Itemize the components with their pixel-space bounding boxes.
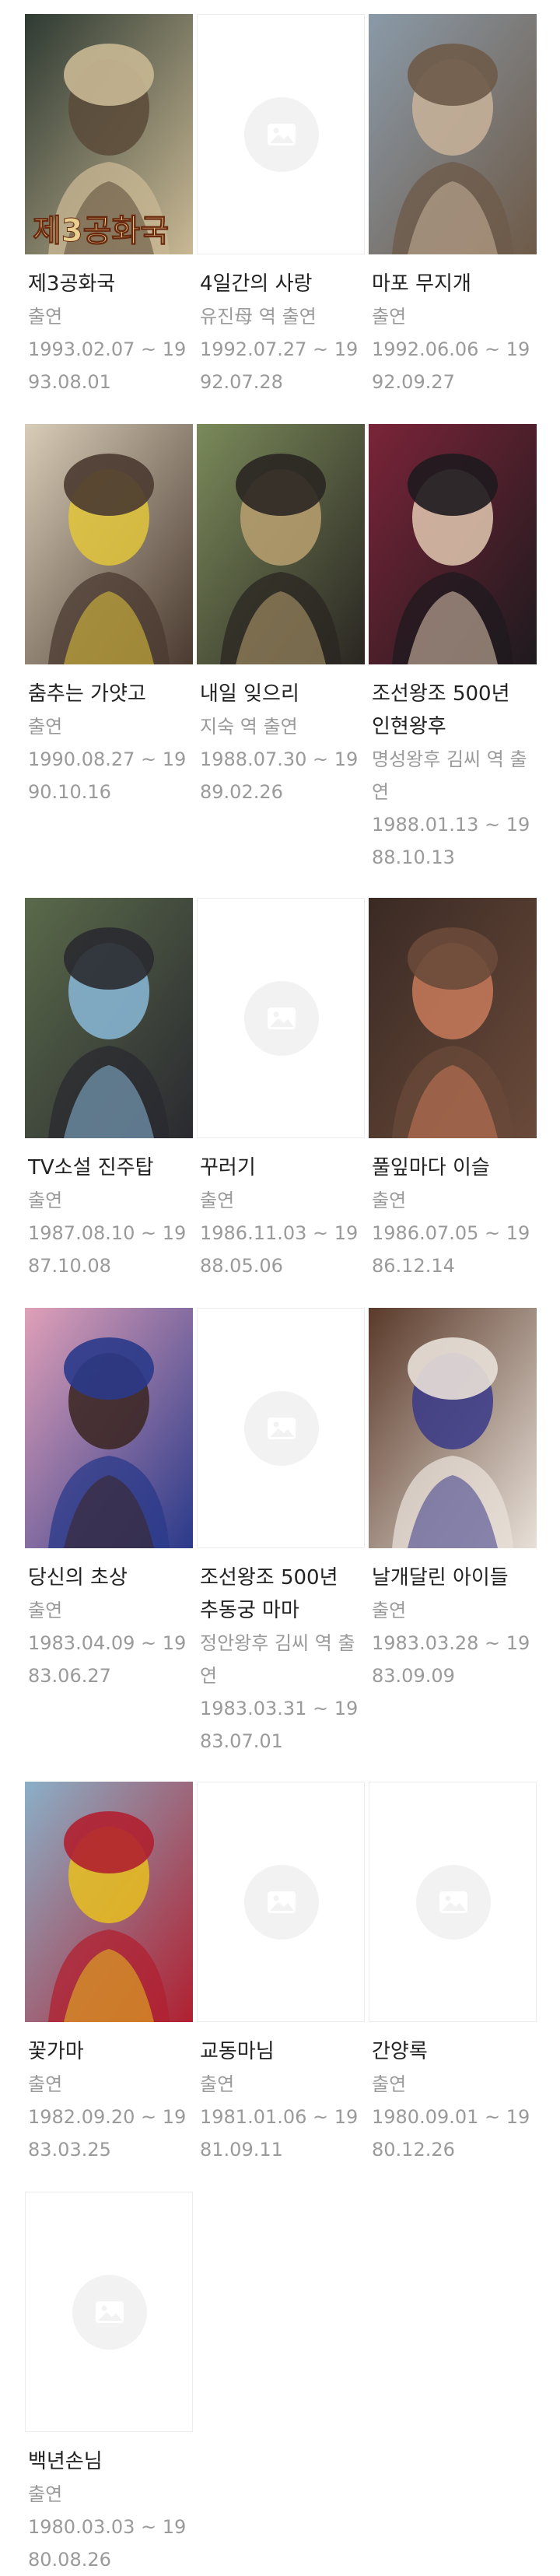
poster-image[interactable]: 제3공화국 xyxy=(25,14,193,254)
drama-title[interactable]: 조선왕조 500년 추동궁 마마 xyxy=(200,1561,366,1627)
poster-artwork xyxy=(25,424,193,664)
image-placeholder-icon xyxy=(416,1865,491,1940)
drama-title[interactable]: 백년손님 xyxy=(28,2445,194,2478)
poster-image[interactable] xyxy=(369,14,537,254)
poster-artwork: 제3공화국 xyxy=(25,14,193,254)
poster-artwork xyxy=(369,424,537,664)
poster-title-text: 제3공화국 xyxy=(33,213,169,249)
drama-role: 지숙 역 출연 xyxy=(200,716,298,738)
drama-role: 출연 xyxy=(28,716,63,738)
poster-image[interactable] xyxy=(25,1782,193,2022)
drama-dates: 1980.09.01 ~ 1980.12.26 xyxy=(372,2106,530,2161)
image-placeholder-icon xyxy=(244,97,319,172)
drama-dates: 1988.01.13 ~ 1988.10.13 xyxy=(372,814,530,868)
drama-dates: 1988.07.30 ~ 1989.02.26 xyxy=(200,748,359,803)
poster-image[interactable] xyxy=(197,424,365,664)
drama-title[interactable]: 4일간의 사랑 xyxy=(200,268,366,300)
image-placeholder-icon xyxy=(244,1391,319,1466)
drama-role: 출연 xyxy=(372,1600,407,1621)
drama-dates: 1992.06.06 ~ 1992.09.27 xyxy=(372,338,530,393)
drama-dates: 1992.07.27 ~ 1992.07.28 xyxy=(200,338,359,393)
poster-artwork xyxy=(369,1308,537,1548)
image-placeholder-icon xyxy=(439,1891,467,1913)
drama-role: 출연 xyxy=(28,2483,63,2505)
poster-image[interactable] xyxy=(369,898,537,1138)
drama-dates: 1982.09.20 ~ 1983.03.25 xyxy=(28,2106,187,2161)
drama-role: 출연 xyxy=(28,1600,63,1621)
image-placeholder-icon xyxy=(96,2301,124,2323)
drama-title[interactable]: 간양록 xyxy=(372,2035,538,2068)
drama-role: 출연 xyxy=(28,2073,63,2095)
poster-placeholder[interactable] xyxy=(197,1308,365,1548)
poster-image[interactable] xyxy=(369,424,537,664)
drama-title[interactable]: 내일 잊으리 xyxy=(200,678,366,710)
drama-title[interactable]: 날개달린 아이들 xyxy=(372,1561,538,1594)
poster-placeholder[interactable] xyxy=(197,14,365,254)
drama-title[interactable]: 꽃가마 xyxy=(28,2035,194,2068)
drama-dates: 1990.08.27 ~ 1990.10.16 xyxy=(28,748,187,803)
poster-artwork xyxy=(25,1308,193,1548)
drama-role: 출연 xyxy=(200,1190,235,1211)
drama-dates: 1980.03.03 ~ 1980.08.26 xyxy=(28,2516,187,2571)
drama-role: 출연 xyxy=(372,2073,407,2095)
drama-dates: 1983.03.28 ~ 1983.09.09 xyxy=(372,1632,530,1687)
poster-artwork xyxy=(369,898,537,1138)
drama-role: 명성왕후 김씨 역 출연 xyxy=(372,748,527,803)
drama-role: 출연 xyxy=(28,1190,63,1211)
poster-placeholder[interactable] xyxy=(25,2192,193,2432)
image-placeholder-icon xyxy=(268,1008,296,1029)
poster-image[interactable] xyxy=(25,1308,193,1548)
poster-placeholder[interactable] xyxy=(197,1782,365,2022)
drama-role: 정안왕후 김씨 역 출연 xyxy=(200,1632,355,1687)
drama-title[interactable]: 교동마님 xyxy=(200,2035,366,2068)
drama-dates: 1993.02.07 ~ 1993.08.01 xyxy=(28,338,187,393)
drama-role: 유진母 역 출연 xyxy=(200,306,317,328)
drama-role: 출연 xyxy=(372,1190,407,1211)
drama-role: 출연 xyxy=(28,306,63,328)
drama-dates: 1986.07.05 ~ 1986.12.14 xyxy=(372,1222,530,1277)
poster-artwork xyxy=(369,14,537,254)
drama-title[interactable]: 풀잎마다 이슬 xyxy=(372,1151,538,1184)
image-placeholder-icon xyxy=(244,981,319,1056)
drama-title[interactable]: 꾸러기 xyxy=(200,1151,366,1184)
drama-dates: 1986.11.03 ~ 1988.05.06 xyxy=(200,1222,359,1277)
drama-title[interactable]: 조선왕조 500년 인현왕후 xyxy=(372,678,538,743)
poster-placeholder[interactable] xyxy=(369,1782,537,2022)
poster-artwork xyxy=(197,424,365,664)
poster-image[interactable] xyxy=(25,898,193,1138)
drama-title[interactable]: 제3공화국 xyxy=(28,268,194,300)
poster-image[interactable] xyxy=(25,424,193,664)
drama-dates: 1983.04.09 ~ 1983.06.27 xyxy=(28,1632,187,1687)
poster-placeholder[interactable] xyxy=(197,898,365,1138)
drama-role: 출연 xyxy=(372,306,407,328)
poster-image[interactable] xyxy=(369,1308,537,1548)
drama-dates: 1981.01.06 ~ 1981.09.11 xyxy=(200,2106,359,2161)
drama-dates: 1983.03.31 ~ 1983.07.01 xyxy=(200,1698,359,1752)
drama-dates: 1987.08.10 ~ 1987.10.08 xyxy=(28,1222,187,1277)
image-placeholder-icon xyxy=(72,2275,147,2350)
image-placeholder-icon xyxy=(268,124,296,145)
image-placeholder-icon xyxy=(244,1865,319,1940)
drama-title[interactable]: TV소설 진주탑 xyxy=(28,1151,194,1184)
drama-title[interactable]: 당신의 초상 xyxy=(28,1561,194,1594)
drama-role: 출연 xyxy=(200,2073,235,2095)
poster-artwork xyxy=(25,898,193,1138)
poster-artwork xyxy=(25,1782,193,2022)
drama-title[interactable]: 춤추는 가얏고 xyxy=(28,678,194,710)
drama-title[interactable]: 마포 무지개 xyxy=(372,268,538,300)
image-placeholder-icon xyxy=(268,1891,296,1913)
image-placeholder-icon xyxy=(268,1418,296,1439)
